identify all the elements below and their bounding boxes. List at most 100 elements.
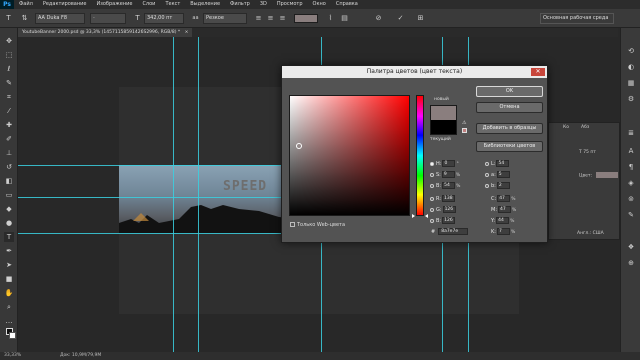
brightness-field-input[interactable]: 54 [442, 182, 456, 189]
paragraph-panel-icon[interactable]: ¶ [626, 162, 636, 172]
history-brush-tool-icon[interactable]: ↺ [4, 162, 14, 172]
menu-window[interactable]: Окно [308, 0, 331, 9]
align-right-icon[interactable]: ≡ [278, 14, 287, 23]
web-colors-only-box[interactable] [290, 222, 295, 227]
green-field-input[interactable]: 126 [442, 206, 456, 213]
yellow-field-input[interactable]: 44 [496, 217, 510, 224]
swatches-panel-icon[interactable]: ▦ [626, 78, 636, 88]
hue-radio[interactable] [430, 161, 434, 166]
zoom-tool-icon[interactable]: ⌕ [4, 302, 14, 312]
saturation-field[interactable]: S: 9% [430, 171, 460, 179]
font-family-select[interactable]: AA Duka F8 [35, 13, 85, 24]
hue-field[interactable]: H: 0 ° [430, 160, 459, 168]
language-select[interactable]: Англ.: США [577, 231, 604, 239]
pen-tool-icon[interactable]: ✒ [4, 246, 14, 256]
shape-tool-icon[interactable]: ■ [4, 274, 14, 284]
menu-file[interactable]: Файл [14, 0, 38, 9]
zoom-level[interactable]: 33,33% [4, 352, 21, 360]
blur-tool-icon[interactable]: ◆ [4, 204, 14, 214]
type-tool-icon[interactable]: T [4, 232, 14, 242]
color-picker-cursor[interactable] [296, 143, 302, 149]
brightness-radio[interactable] [430, 183, 434, 188]
current-color-swatch[interactable] [430, 120, 457, 135]
color-libraries-button[interactable]: Библиотеки цветов [476, 141, 543, 152]
font-size-field[interactable]: T 75 пт [579, 150, 596, 158]
char-color-swatch[interactable] [595, 172, 618, 178]
dodge-tool-icon[interactable]: ● [4, 218, 14, 228]
character-panel-icon[interactable]: ▤ [340, 14, 349, 23]
lab-b-radio[interactable] [485, 183, 489, 188]
quick-select-tool-icon[interactable]: ✎ [4, 78, 14, 88]
gamut-warning-icon[interactable]: ⚠ [462, 121, 467, 126]
red-field[interactable]: R: 138 [430, 195, 456, 203]
magenta-field[interactable]: M: 47% [491, 206, 516, 214]
hex-field[interactable]: #8a7e7e [431, 228, 469, 235]
yellow-field[interactable]: Y: 44% [491, 217, 514, 225]
saturation-radio[interactable] [430, 172, 434, 177]
tab-paragraph[interactable]: Абз [581, 125, 589, 130]
antialias-select[interactable]: Резкое [203, 13, 247, 24]
color-panel-icon[interactable]: ◐ [626, 62, 636, 72]
menu-type[interactable]: Текст [160, 0, 185, 9]
hex-input[interactable]: 8a7e7e [438, 228, 469, 235]
saturation-field-input[interactable]: 9 [441, 171, 455, 178]
menu-layers[interactable]: Слои [137, 0, 160, 9]
layers-panel-icon[interactable]: ◈ [626, 178, 636, 188]
lab-a-field[interactable]: a: 5 [485, 171, 511, 179]
brightness-field[interactable]: B: 54% [430, 182, 460, 190]
red-radio[interactable] [430, 196, 434, 201]
hue-field-input[interactable]: 0 [442, 160, 456, 167]
menu-3d[interactable]: 3D [255, 0, 272, 9]
tab-character[interactable]: Ко [563, 125, 569, 130]
workspace-select[interactable]: Основная рабочая среда [540, 13, 614, 24]
lab-l-field-input[interactable]: 54 [496, 160, 510, 167]
menu-view[interactable]: Просмотр [272, 0, 308, 9]
lasso-tool-icon[interactable]: ℓ [4, 64, 14, 74]
align-left-icon[interactable]: ≡ [254, 14, 263, 23]
close-button[interactable]: ✕ [531, 68, 545, 76]
menu-edit[interactable]: Редактирование [38, 0, 92, 9]
cancel-button[interactable]: Отмена [476, 102, 543, 113]
blue-field[interactable]: B: 126 [430, 217, 456, 225]
green-radio[interactable] [430, 207, 434, 212]
move-tool-icon[interactable]: ✥ [4, 36, 14, 46]
healing-tool-icon[interactable]: ✚ [4, 120, 14, 130]
path-select-tool-icon[interactable]: ➤ [4, 260, 14, 270]
cancel-edit-icon[interactable]: ⊘ [374, 14, 383, 23]
guide-vertical[interactable] [173, 37, 174, 352]
font-size-select[interactable]: 342,00 пт [144, 13, 184, 24]
type-tool-icon[interactable]: T [4, 14, 13, 23]
lab-l-field[interactable]: L: 54 [485, 160, 510, 168]
lab-b-field-input[interactable]: 2 [496, 182, 510, 189]
brush-tool-icon[interactable]: ✐ [4, 134, 14, 144]
properties-panel-icon[interactable]: ≣ [626, 128, 636, 138]
adjustments-panel-icon[interactable]: ⚙ [626, 94, 636, 104]
commit-edit-icon[interactable]: ✓ [396, 14, 405, 23]
hand-tool-icon[interactable]: ✋ [4, 288, 14, 298]
lab-a-radio[interactable] [485, 172, 489, 177]
web-safe-cube-icon[interactable] [462, 128, 467, 133]
character-panel-icon[interactable]: A [626, 146, 636, 156]
more-tools-icon[interactable]: … [4, 316, 14, 326]
cyan-field-input[interactable]: 47 [497, 195, 511, 202]
guide-vertical[interactable] [198, 37, 199, 352]
document-tab[interactable]: YoutubeBanner 2000.psd @ 33,3% (14571158… [18, 28, 193, 37]
black-field-input[interactable]: 7 [496, 228, 510, 235]
cyan-field[interactable]: C: 47% [491, 195, 515, 203]
orientation-toggle-icon[interactable]: ⇅ [20, 14, 29, 23]
black-field[interactable]: K: 7% [491, 228, 515, 236]
menu-filter[interactable]: Фильтр [225, 0, 255, 9]
warp-text-icon[interactable]: ⌇ [326, 14, 335, 23]
paths-panel-icon[interactable]: ✎ [626, 210, 636, 220]
crop-tool-icon[interactable]: ⌗ [4, 92, 14, 102]
red-field-input[interactable]: 138 [442, 195, 456, 202]
saturation-brightness-field[interactable] [289, 95, 410, 216]
web-colors-only-checkbox[interactable]: Только Web-цвета [290, 222, 345, 228]
ok-button[interactable]: OK [476, 86, 543, 97]
marquee-tool-icon[interactable]: ⬚ [4, 50, 14, 60]
add-to-swatches-button[interactable]: Добавить в образцы [476, 123, 543, 134]
hue-slider[interactable] [416, 95, 424, 216]
brushes-panel-icon[interactable]: ❖ [626, 242, 636, 252]
eraser-tool-icon[interactable]: ◧ [4, 176, 14, 186]
hue-slider-arrow-left-icon[interactable] [412, 214, 415, 218]
